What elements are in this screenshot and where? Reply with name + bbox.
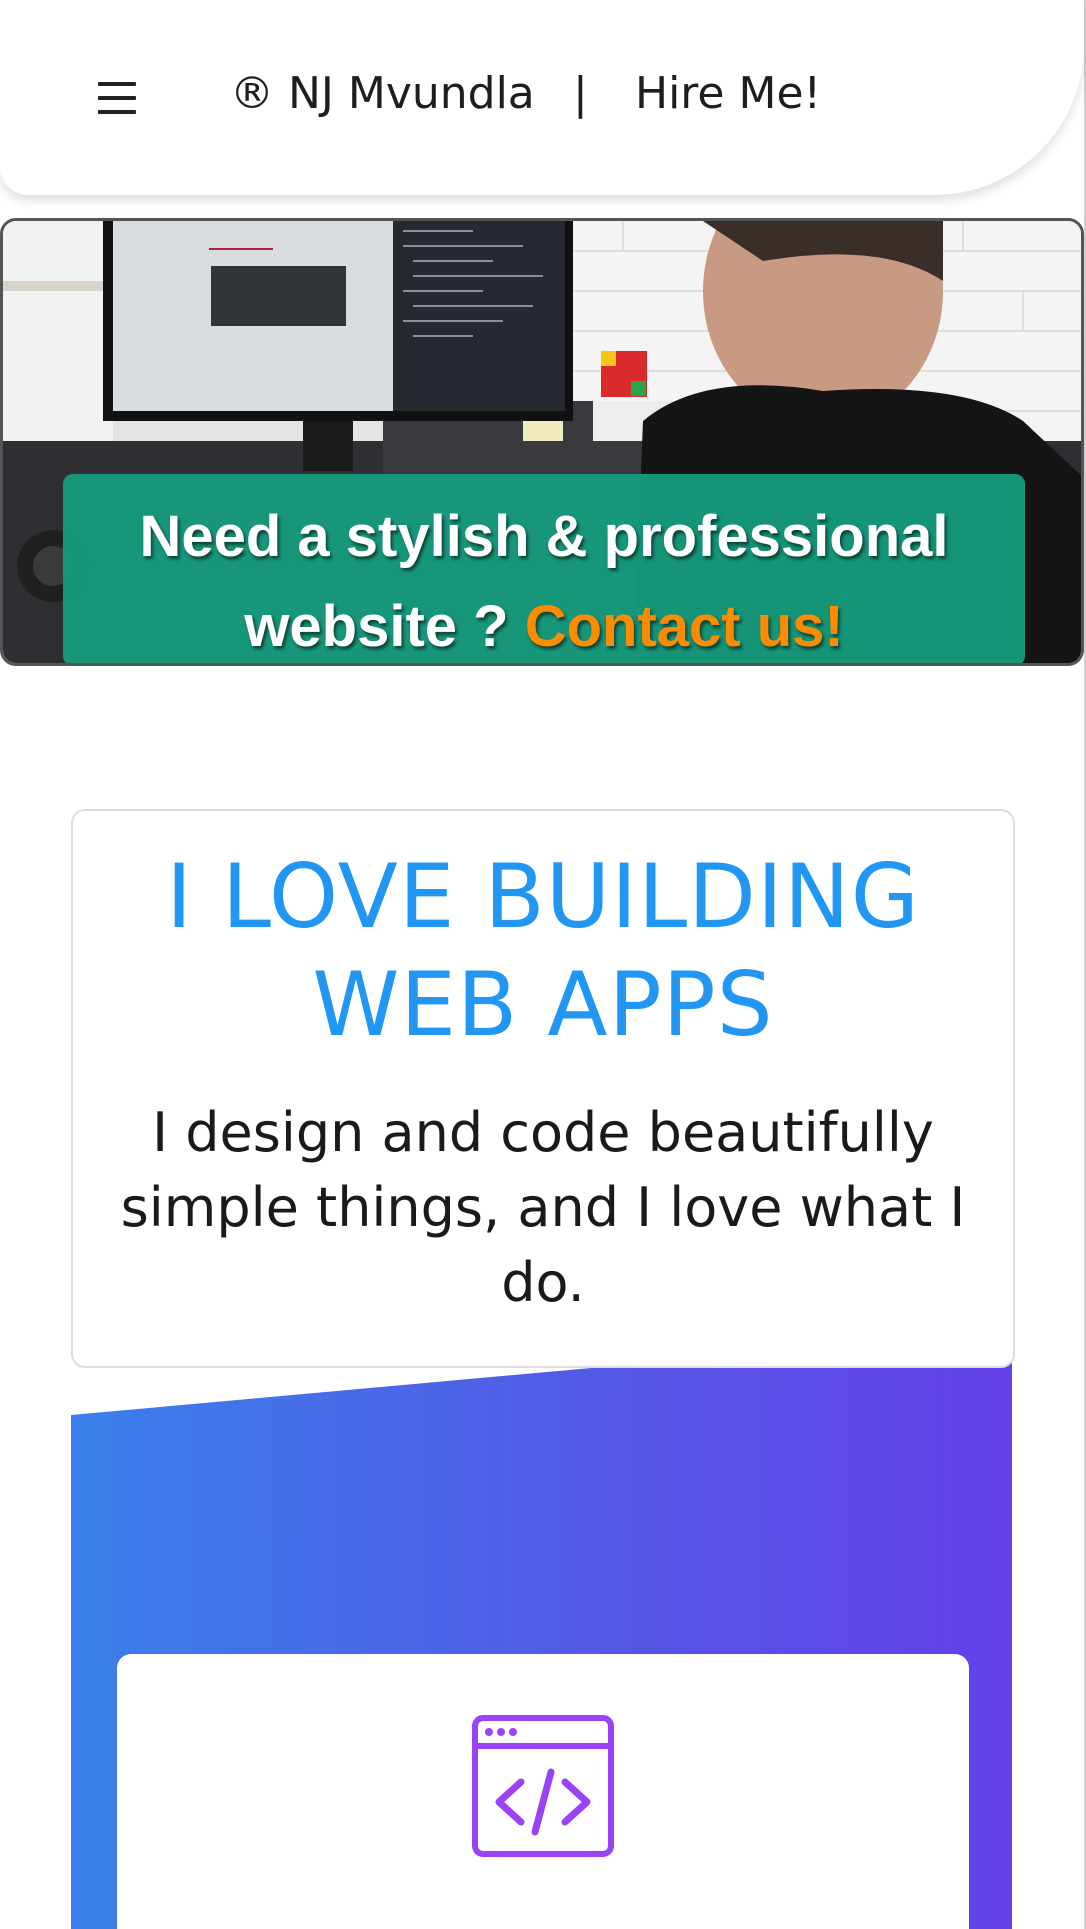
intro-title: I LOVE BUILDING WEB APPS xyxy=(166,845,920,1056)
intro-card: I LOVE BUILDING WEB APPS I design and co… xyxy=(71,809,1015,1368)
nav-separator: | xyxy=(573,68,588,119)
cta-line-2-text: website ? xyxy=(244,594,525,659)
hire-me-link[interactable]: Hire Me! xyxy=(635,68,821,119)
service-card xyxy=(117,1654,969,1929)
site-header: ® NJ Mvundla | Hire Me! xyxy=(0,0,1084,195)
hero-banner: Need a stylish & professional website ? … xyxy=(0,218,1084,666)
cta-line-1: Need a stylish & professional xyxy=(139,504,949,569)
hamburger-menu-icon[interactable] xyxy=(96,76,140,120)
brand-name[interactable]: ® NJ Mvundla xyxy=(230,68,535,119)
intro-subtitle: I design and code beautifully simple thi… xyxy=(120,1101,966,1314)
cta-line-2: website ? Contact us! xyxy=(63,582,1025,663)
code-window-icon xyxy=(472,1715,614,1857)
cta-banner: Need a stylish & professional website ? … xyxy=(63,474,1025,663)
contact-us-link[interactable]: Contact us! xyxy=(525,594,844,659)
